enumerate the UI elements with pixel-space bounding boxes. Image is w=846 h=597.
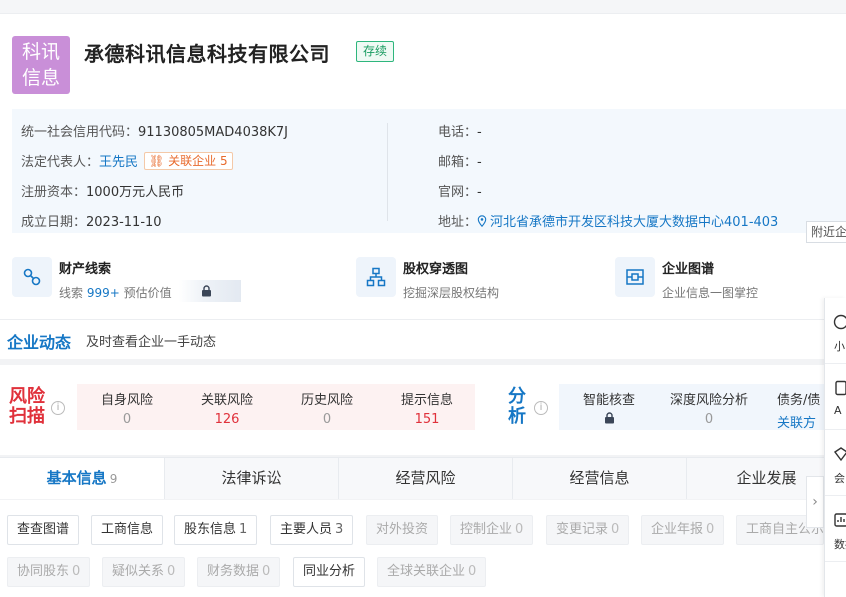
email-row: 邮箱：- bbox=[438, 155, 482, 170]
website-row: 官网：- bbox=[438, 185, 482, 200]
company-name: 承德科讯信息科技有限公司 bbox=[84, 42, 330, 66]
location-pin-icon bbox=[477, 215, 487, 228]
enterprise-graph-card[interactable]: 企业图谱 企业信息一图掌控 bbox=[615, 255, 846, 303]
company-logo: 科讯 信息 bbox=[12, 36, 70, 94]
deep-risk-analysis[interactable]: 深度风险分析 0 bbox=[659, 389, 759, 427]
chip-suspected-relations[interactable]: 疑似关系 0 bbox=[102, 557, 186, 587]
chip-peer-analysis[interactable]: 同业分析 bbox=[293, 557, 366, 587]
related-icon: ⛓ bbox=[149, 154, 165, 168]
company-dynamics-bar[interactable]: 企业动态 及时查看企业一手动态 bbox=[0, 319, 846, 359]
chip-change-log[interactable]: 变更记录 0 bbox=[546, 515, 630, 545]
risk-scan-label: 风险 扫描 bbox=[9, 386, 45, 427]
phone-row: 电话：- bbox=[438, 125, 482, 140]
self-risk[interactable]: 自身风险 0 bbox=[77, 389, 177, 427]
analysis-label: 分 析 bbox=[508, 386, 526, 427]
lock-icon bbox=[202, 285, 211, 297]
analysis-info-icon[interactable]: i bbox=[534, 401, 548, 415]
address-link[interactable]: 河北省承德市开发区科技大厦大数据中心401-403 bbox=[490, 215, 778, 230]
equity-structure-icon bbox=[356, 257, 396, 297]
related-risk[interactable]: 关联风险 126 bbox=[177, 389, 277, 427]
chip-qcc-graph[interactable]: 查查图谱 bbox=[7, 515, 80, 545]
tab-basic-info[interactable]: 基本信息 9 bbox=[0, 458, 165, 499]
chip-shareholders[interactable]: 股东信息 1 bbox=[174, 515, 258, 545]
side-toolbar: 小 A 会 数据 bbox=[824, 298, 846, 597]
related-companies-tag[interactable]: ⛓ 关联企业 5 bbox=[144, 152, 233, 170]
estimated-value-locked[interactable] bbox=[179, 280, 241, 302]
info-divider bbox=[387, 123, 388, 221]
chat-icon bbox=[833, 314, 846, 330]
side-tool-3[interactable]: 会 bbox=[825, 430, 846, 496]
founded-row: 成立日期：2023-11-10 bbox=[21, 215, 162, 230]
credit-code-value: 91130805MAD4038K7J bbox=[138, 125, 289, 140]
member-icon bbox=[833, 447, 846, 462]
notice-info[interactable]: 提示信息 151 bbox=[377, 389, 477, 427]
tab-operating-info[interactable]: 经营信息 bbox=[513, 458, 687, 499]
tab-operating-risk[interactable]: 经营风险 bbox=[339, 458, 513, 499]
legal-rep-link[interactable]: 王先民 bbox=[99, 155, 138, 170]
history-risk[interactable]: 历史风险 0 bbox=[277, 389, 377, 427]
chip-coop-shareholders[interactable]: 协同股东 0 bbox=[7, 557, 91, 587]
address-row: 地址： 河北省承德市开发区科技大厦大数据中心401-403 bbox=[438, 215, 779, 230]
chip-financial-data[interactable]: 财务数据 0 bbox=[197, 557, 281, 587]
smart-check[interactable]: 智能核查 bbox=[559, 389, 659, 424]
capital-row: 注册资本：1000万元人民币 bbox=[21, 185, 185, 200]
chip-annual-reports[interactable]: 企业年报 0 bbox=[641, 515, 725, 545]
dynamics-title: 企业动态 bbox=[7, 333, 72, 352]
risk-scan-section: 风险 扫描 i 自身风险 0 关联风险 126 历史风险 0 提示信息 151 … bbox=[0, 365, 846, 455]
top-strip bbox=[0, 0, 846, 14]
asset-clues-count: 999+ bbox=[86, 286, 120, 300]
app-icon bbox=[835, 380, 846, 396]
enterprise-graph-icon bbox=[615, 257, 655, 297]
main-tabs: 基本信息 9 法律诉讼 经营风险 经营信息 企业发展 bbox=[0, 457, 846, 499]
chevron-right-icon[interactable]: › bbox=[806, 476, 824, 528]
dynamics-subtitle: 及时查看企业一手动态 bbox=[86, 335, 217, 350]
data-icon bbox=[834, 513, 846, 527]
risk-scan-box: 自身风险 0 关联风险 126 历史风险 0 提示信息 151 bbox=[77, 384, 475, 430]
status-badge: 存续 bbox=[356, 41, 395, 62]
chip-key-personnel[interactable]: 主要人员 3 bbox=[270, 515, 354, 545]
credit-code-row: 统一社会信用代码：91130805MAD4038K7J bbox=[21, 125, 289, 140]
chip-controlled[interactable]: 控制企业 0 bbox=[450, 515, 534, 545]
chip-business-info[interactable]: 工商信息 bbox=[91, 515, 164, 545]
sub-nav-chips: 查查图谱 工商信息 股东信息 1 主要人员 3 对外投资 控制企业 0 变更记录 0 企… bbox=[0, 500, 846, 597]
analysis-box: 智能核查 深度风险分析 0 债务/债 关联方 bbox=[559, 384, 846, 431]
legal-rep-row: 法定代表人：王先民 ⛓ 关联企业 5 bbox=[21, 151, 233, 170]
company-card: 科讯 信息 承德科讯信息科技有限公司 存续 统一社会信用代码：91130805M… bbox=[0, 14, 846, 319]
lock-icon bbox=[604, 412, 614, 424]
tab-legal[interactable]: 法律诉讼 bbox=[165, 458, 339, 499]
risk-info-icon[interactable]: i bbox=[51, 401, 65, 415]
nearby-companies-button[interactable]: 附近企业 bbox=[806, 221, 846, 243]
equity-penetration-card[interactable]: 股权穿透图 挖掘深层股权结构 bbox=[356, 255, 596, 303]
chip-global-related[interactable]: 全球关联企业 0 bbox=[377, 557, 487, 587]
side-tool-2[interactable]: A bbox=[825, 364, 846, 430]
asset-clues-icon bbox=[12, 257, 52, 297]
side-tool-4[interactable]: 数据 bbox=[825, 496, 846, 562]
basic-info-panel: 统一社会信用代码：91130805MAD4038K7J 法定代表人：王先民 ⛓ 关… bbox=[12, 109, 846, 243]
side-tool-1[interactable]: 小 bbox=[825, 298, 846, 364]
chip-investments[interactable]: 对外投资 bbox=[366, 515, 439, 545]
